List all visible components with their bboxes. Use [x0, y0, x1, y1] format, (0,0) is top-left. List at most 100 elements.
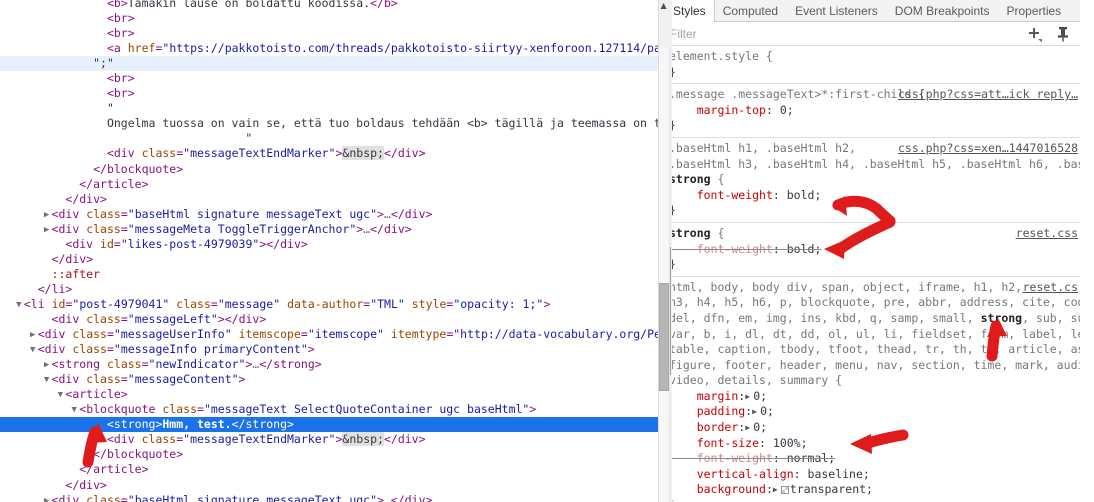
css-property-name[interactable]: font-weight [697, 188, 773, 202]
css-property-value[interactable]: 0; [760, 404, 774, 418]
css-property-name[interactable]: margin [697, 389, 739, 403]
dom-node-line[interactable]: <div class="messageUserInfo" itemscope="… [0, 327, 658, 342]
dom-node-line[interactable]: <a href="https://pakkotoisto.com/threads… [0, 41, 658, 56]
css-property-name[interactable]: border [697, 420, 739, 434]
chevron-right-icon[interactable] [42, 223, 52, 238]
dom-node-line[interactable]: <strong>Hmm, test.</strong> [0, 417, 658, 433]
expand-shorthand-icon[interactable] [745, 389, 753, 405]
css-declaration[interactable]: vertical-align: baseline; [669, 467, 1080, 483]
pin-icon[interactable] [1054, 25, 1072, 43]
css-property-name[interactable]: vertical-align [697, 467, 794, 481]
message-messagetext-first-child-rule[interactable]: .message .messageText>*:first-child {css… [659, 84, 1080, 138]
dom-node-line[interactable]: ::after [0, 267, 658, 282]
new-style-rule-icon[interactable] [1025, 25, 1043, 43]
styles-sidebar-scrollbar[interactable] [659, 47, 670, 502]
css-property-value[interactable]: transparent; [790, 482, 873, 496]
tab-properties[interactable]: Properties [998, 0, 1070, 21]
css-declaration[interactable]: font-weight: bold; [669, 188, 1080, 204]
stylesheet-source-link[interactable]: css.php?css=xen…1447016528 [898, 141, 1078, 157]
tab-dom-breakpoints[interactable]: DOM Breakpoints [887, 0, 999, 21]
chevron-down-icon[interactable] [14, 298, 24, 313]
css-selector[interactable]: .baseHtml h3, .baseHtml h4, .baseHtml h5… [669, 157, 1080, 171]
dom-node-line[interactable]: <strong class="newIndicator">…</strong> [0, 357, 658, 372]
dom-node-line[interactable]: <div class="messageLeft"></div> [0, 312, 658, 327]
dom-node-line[interactable]: <div class="messageTextEndMarker">&nbsp;… [0, 146, 658, 161]
basehtml-headings-strong-rule[interactable]: .baseHtml h1, .baseHtml h2, css.php?css=x… [659, 138, 1080, 223]
dom-node-line[interactable]: ";" [0, 56, 658, 72]
dom-node-line[interactable]: <br> [0, 71, 658, 86]
dom-node-line[interactable]: Ongelma tuossa on vain se, että tuo bold… [0, 116, 658, 131]
dom-node-line[interactable]: " [0, 101, 658, 116]
css-declaration[interactable]: margin-top: 0; [669, 103, 1080, 119]
styles-filter-input[interactable] [659, 22, 989, 45]
global-reset-rule[interactable]: html, body, body div, span, object, ifra… [659, 277, 1080, 501]
dom-node-line[interactable]: </div> [0, 192, 658, 207]
css-declaration[interactable]: border:0; [669, 420, 1080, 436]
css-declaration[interactable]: background:transparent; [669, 482, 1080, 498]
stylesheet-source-link[interactable]: reset.cs [1023, 280, 1078, 296]
dom-node-line[interactable]: <div class="messageContent"> [0, 372, 658, 387]
dom-node-line[interactable]: <div class="messageTextEndMarker">&nbsp;… [0, 432, 658, 447]
chevron-right-icon[interactable] [42, 358, 52, 373]
css-property-name[interactable]: font-weight [697, 242, 773, 256]
css-selector[interactable]: video, details, summary { [669, 373, 842, 387]
dom-node-line[interactable]: <br> [0, 26, 658, 41]
css-property-value[interactable]: 0; [753, 420, 767, 434]
chevron-right-icon[interactable] [28, 328, 38, 343]
css-selector[interactable]: h3, h4, h5, h6, p, blockquote, pre, abbr… [669, 295, 1080, 309]
dom-node-line[interactable]: </li> [0, 282, 658, 297]
css-declaration[interactable]: font-weight: bold; [669, 242, 1080, 258]
dom-node-line[interactable]: <blockquote class="messageText SelectQuo… [0, 402, 658, 417]
tab-event-listeners[interactable]: Event Listeners [787, 0, 887, 21]
dom-node-line[interactable]: <div class="baseHtml signature messageTe… [0, 493, 658, 502]
styles-rules-list[interactable]: element.style {} .message .messageText>*:… [659, 46, 1080, 501]
dom-node-line[interactable]: <div class="messageInfo primaryContent"> [0, 342, 658, 357]
css-property-value[interactable]: 0; [780, 103, 794, 117]
css-selector[interactable]: element.style { [669, 49, 773, 63]
expand-shorthand-icon[interactable] [773, 482, 781, 498]
css-selector[interactable]: strong { [669, 172, 724, 186]
dom-node-line[interactable]: <div id="likes-post-4979039"></div> [0, 237, 658, 252]
expand-shorthand-icon[interactable] [752, 404, 760, 420]
chevron-down-icon[interactable] [42, 373, 52, 388]
color-swatch[interactable] [780, 486, 789, 495]
css-property-value[interactable]: bold; [787, 188, 822, 202]
css-selector[interactable]: .baseHtml h1, .baseHtml h2, [669, 141, 856, 155]
chevron-right-icon[interactable] [42, 494, 52, 502]
css-property-value[interactable]: normal; [787, 451, 835, 465]
strong-reset-rule[interactable]: strong {reset.css font-weight: bold;} [659, 223, 1080, 277]
css-property-value[interactable]: baseline; [808, 467, 870, 481]
css-property-name[interactable]: padding [697, 404, 745, 418]
chevron-down-icon[interactable] [55, 388, 65, 403]
css-property-value[interactable]: bold; [787, 242, 822, 256]
css-selector[interactable]: table, caption, tbody, tfoot, thead, tr,… [669, 342, 1080, 356]
element-style-rule[interactable]: element.style {} [659, 46, 1080, 85]
css-declaration[interactable]: margin:0; [669, 389, 1080, 405]
chevron-down-icon[interactable] [28, 343, 38, 358]
dom-node-line[interactable]: </blockquote> [0, 447, 658, 462]
css-selector[interactable]: figure, footer, header, menu, nav, secti… [669, 358, 1080, 372]
dom-node-line[interactable]: </div> [0, 252, 658, 267]
dom-tree[interactable]: <b>Tämäkin lause on boldattu koodissa.</… [0, 0, 658, 502]
css-selector[interactable]: .message .messageText>*:first-child [669, 87, 911, 101]
expand-shorthand-icon[interactable] [745, 420, 753, 436]
dom-node-line[interactable]: <br> [0, 86, 658, 101]
dom-node-line[interactable]: <br> [0, 11, 658, 26]
css-declaration[interactable]: padding:0; [669, 404, 1080, 420]
css-selector[interactable]: del, dfn, em, img, ins, kbd, q, samp, sm… [669, 311, 1080, 325]
scrollbar-thumb[interactable] [659, 283, 669, 391]
dom-node-line[interactable]: " [0, 131, 658, 146]
css-property-value[interactable]: 0; [753, 389, 767, 403]
css-property-name[interactable]: background [697, 482, 766, 496]
dom-node-line[interactable]: <div class="baseHtml signature messageTe… [0, 207, 658, 222]
dom-node-line[interactable]: <div class="messageMeta ToggleTriggerAnc… [0, 222, 658, 237]
css-declaration[interactable]: font-weight: normal; [669, 451, 1080, 467]
dom-node-line[interactable]: <b>Tämäkin lause on boldattu koodissa.</… [0, 0, 658, 11]
scroll-up-arrow-icon[interactable] [659, 0, 672, 14]
chevron-down-icon[interactable] [69, 403, 79, 418]
dom-node-line[interactable]: </blockquote> [0, 162, 658, 177]
elements-panel[interactable]: <b>Tämäkin lause on boldattu koodissa.</… [0, 0, 658, 502]
dom-node-line[interactable]: <article> [0, 387, 658, 402]
css-selector[interactable]: html, body, body div, span, object, ifra… [669, 280, 1022, 294]
css-property-name[interactable]: font-size [697, 436, 759, 450]
